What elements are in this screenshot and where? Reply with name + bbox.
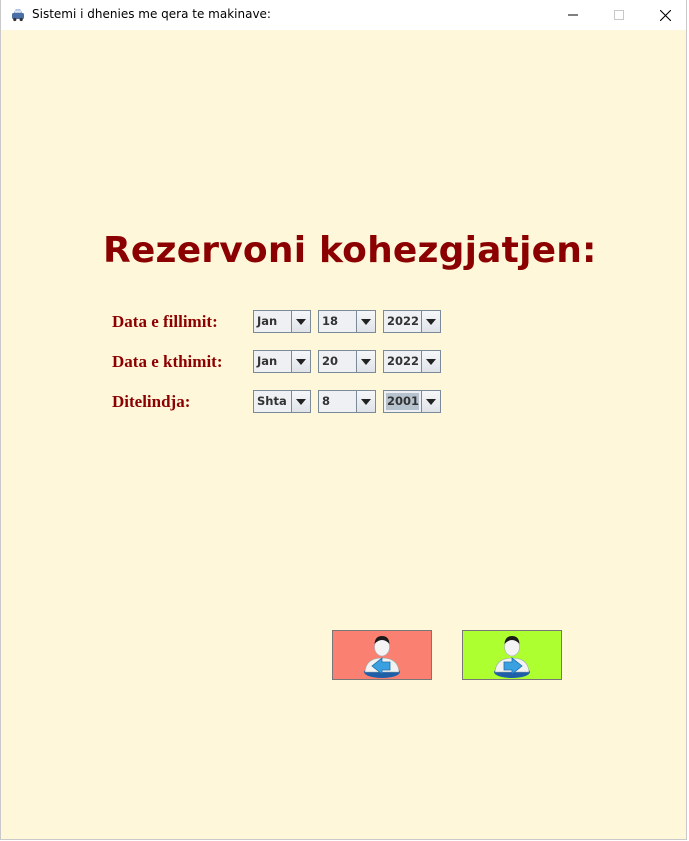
- start-month-select[interactable]: Jan: [253, 310, 311, 333]
- close-icon: [659, 9, 671, 21]
- return-date-label: Data e kthimit:: [112, 352, 223, 371]
- back-user-button[interactable]: [332, 630, 432, 680]
- minimize-icon: [568, 14, 578, 16]
- user-arrow-left-icon: [364, 636, 400, 678]
- birth-month-select[interactable]: Shta: [253, 390, 311, 413]
- birthdate-label: Ditelindja:: [112, 392, 191, 411]
- chevron-down-icon[interactable]: [421, 311, 440, 332]
- window-title: Sistemi i dhenies me qera te makinave:: [32, 7, 271, 21]
- title-bar[interactable]: Sistemi i dhenies me qera te makinave:: [1, 0, 686, 30]
- return-day-select[interactable]: 20: [318, 350, 376, 373]
- chevron-down-icon[interactable]: [291, 311, 310, 332]
- start-year-select[interactable]: 2022: [383, 310, 441, 333]
- maximize-button[interactable]: [596, 0, 642, 30]
- next-user-button[interactable]: [462, 630, 562, 680]
- car-icon: [12, 9, 24, 22]
- birth-year-select[interactable]: 2001: [383, 390, 441, 413]
- maximize-icon: [614, 10, 624, 20]
- chevron-down-icon[interactable]: [291, 391, 310, 412]
- chevron-down-icon[interactable]: [421, 351, 440, 372]
- minimize-button[interactable]: [550, 0, 596, 30]
- app-window: Sistemi i dhenies me qera te makinave: R…: [0, 0, 687, 840]
- chevron-down-icon[interactable]: [291, 351, 310, 372]
- return-year-select[interactable]: 2022: [383, 350, 441, 373]
- close-button[interactable]: [642, 0, 688, 30]
- chevron-down-icon[interactable]: [356, 391, 375, 412]
- start-date-label: Data e fillimit:: [112, 312, 218, 331]
- page-title: Rezervoni kohezgjatjen:: [103, 230, 597, 271]
- content-panel: Rezervoni kohezgjatjen: Data e fillimit:…: [1, 30, 686, 839]
- start-day-select[interactable]: 18: [318, 310, 376, 333]
- return-month-select[interactable]: Jan: [253, 350, 311, 373]
- user-arrow-right-icon: [494, 636, 530, 678]
- birth-day-select[interactable]: 8: [318, 390, 376, 413]
- chevron-down-icon[interactable]: [421, 391, 440, 412]
- chevron-down-icon[interactable]: [356, 351, 375, 372]
- chevron-down-icon[interactable]: [356, 311, 375, 332]
